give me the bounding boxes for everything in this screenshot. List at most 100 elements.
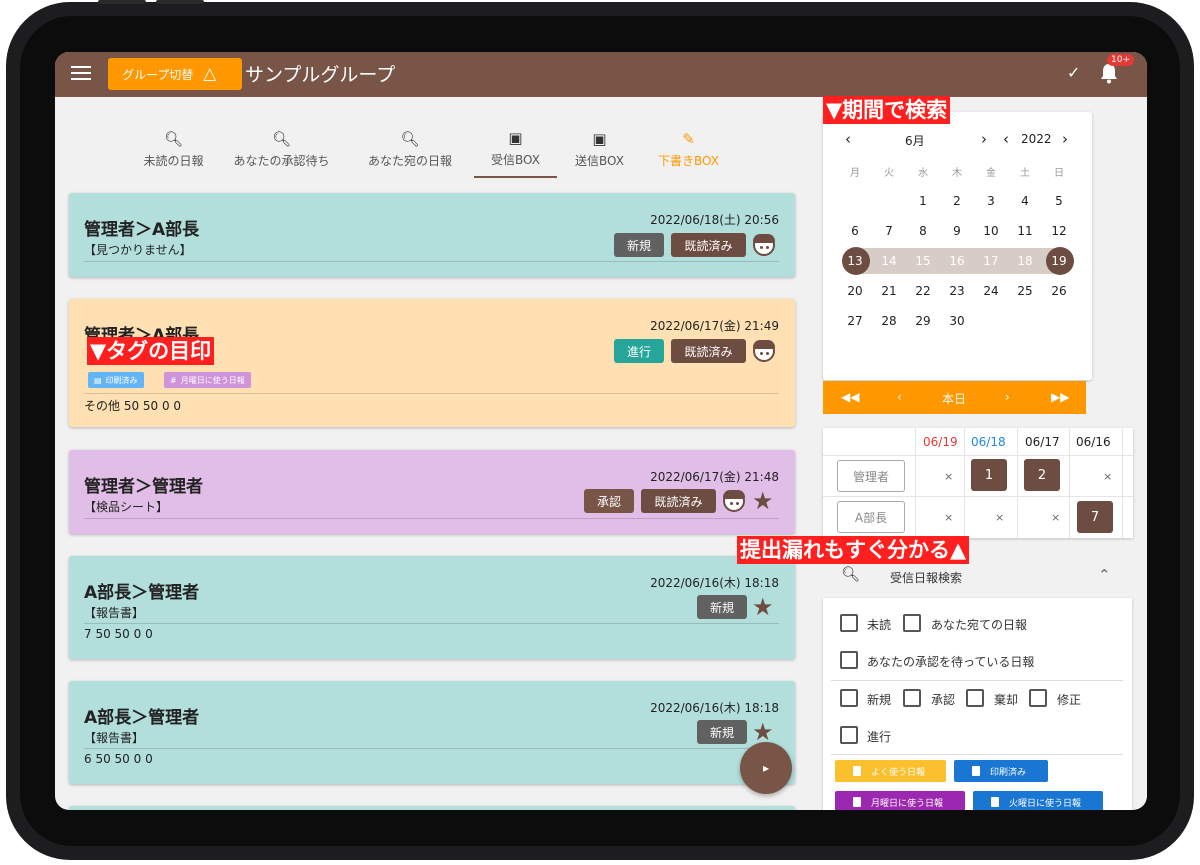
prev-month-chevron-icon[interactable]: ‹ bbox=[845, 130, 851, 148]
calendar-day[interactable]: 2 bbox=[940, 188, 974, 214]
calendar-day[interactable]: 13 bbox=[838, 248, 872, 274]
next-year-chevron-icon[interactable]: › bbox=[1062, 130, 1068, 148]
hamburger-menu-icon[interactable] bbox=[71, 66, 91, 82]
star-icon[interactable]: ★ bbox=[752, 720, 774, 744]
report-card[interactable] bbox=[69, 806, 795, 810]
checkbox-new[interactable] bbox=[840, 689, 858, 707]
chevron-up-icon[interactable]: ⌃ bbox=[1098, 566, 1111, 584]
calendar-day[interactable]: 16 bbox=[940, 248, 974, 274]
calendar-day[interactable]: 21 bbox=[872, 278, 906, 304]
tab-inbox[interactable]: ▣ 受信BOX bbox=[474, 120, 557, 178]
calendar-day[interactable]: 10 bbox=[974, 218, 1008, 244]
calendar-day[interactable]: 8 bbox=[906, 218, 940, 244]
star-icon[interactable]: ★ bbox=[752, 489, 774, 513]
calendar-day[interactable]: 9 bbox=[940, 218, 974, 244]
calendar-day[interactable]: 27 bbox=[838, 308, 872, 334]
checkbox-in-progress[interactable] bbox=[840, 726, 858, 744]
calendar-day[interactable]: 19 bbox=[1042, 248, 1076, 274]
calendar-day[interactable]: 30 bbox=[940, 308, 974, 334]
status-count[interactable]: 1 bbox=[971, 459, 1007, 491]
calendar-day[interactable]: 1 bbox=[906, 188, 940, 214]
calendar-day[interactable]: 4 bbox=[1008, 188, 1042, 214]
report-card[interactable]: 管理者＞管理者 2022/06/17(金) 21:48 【検品シート】 承認 既… bbox=[69, 450, 795, 534]
tag-filter-favorite[interactable]: よく使う日報 bbox=[835, 760, 946, 782]
group-switch-button[interactable]: グループ切替 △ bbox=[108, 58, 242, 90]
calendar-day[interactable]: 3 bbox=[974, 188, 1008, 214]
weekday-label: 月 bbox=[850, 168, 860, 179]
checkbox-approved[interactable] bbox=[903, 689, 921, 707]
tag-filter-monday[interactable]: 月曜日に使う日報 bbox=[835, 791, 965, 810]
calendar-day[interactable]: 5 bbox=[1042, 188, 1076, 214]
next-month-chevron-icon[interactable]: › bbox=[981, 130, 987, 148]
submission-status-table: 06/19 06/18 06/17 06/16 管理者 × 1 2 × A部長 … bbox=[823, 428, 1133, 538]
calendar-day[interactable]: 14 bbox=[872, 248, 906, 274]
status-count[interactable]: 2 bbox=[1024, 459, 1060, 491]
checkbox-revision[interactable] bbox=[1029, 689, 1047, 707]
member-name-button[interactable]: 管理者 bbox=[837, 460, 905, 492]
checkbox-to-you[interactable] bbox=[903, 614, 921, 632]
divider bbox=[84, 748, 779, 749]
next-icon[interactable]: › bbox=[1005, 390, 1010, 404]
fast-rewind-icon[interactable]: ◀◀ bbox=[841, 390, 859, 404]
avatar-icon bbox=[753, 234, 775, 256]
report-subtitle: 【検品シート】 bbox=[84, 500, 169, 514]
calendar-day[interactable]: 7 bbox=[872, 218, 906, 244]
search-icon: 🔍︎ bbox=[271, 129, 292, 148]
status-date: 06/17 bbox=[1025, 435, 1060, 449]
tag-monday[interactable]: # 月曜日に使う日報 bbox=[164, 372, 251, 388]
avatar-icon bbox=[723, 490, 745, 512]
checkbox-awaiting-approval[interactable] bbox=[840, 651, 858, 669]
report-subtitle: 【報告書】 bbox=[84, 731, 145, 745]
tag-filter-tuesday[interactable]: 火曜日に使う日報 bbox=[973, 791, 1103, 810]
status-count[interactable]: 7 bbox=[1077, 501, 1113, 533]
prev-icon[interactable]: ‹ bbox=[897, 390, 902, 404]
tag-printed[interactable]: ▤ 印刷済み bbox=[88, 372, 144, 388]
tag-filter-printed[interactable]: 印刷済み bbox=[954, 760, 1048, 782]
divider bbox=[84, 393, 779, 394]
report-card[interactable]: A部長＞管理者 2022/06/16(木) 18:18 【報告書】 新規 ★ 7… bbox=[69, 556, 795, 659]
report-card[interactable]: A部長＞管理者 2022/06/16(木) 18:18 【報告書】 新規 ★ 6… bbox=[69, 681, 795, 784]
calendar-day[interactable]: 23 bbox=[940, 278, 974, 304]
calendar-day[interactable]: 17 bbox=[974, 248, 1008, 274]
tag-label: よく使う日報 bbox=[871, 767, 926, 778]
trash-icon bbox=[991, 797, 999, 807]
checkbox-rejected[interactable] bbox=[966, 689, 984, 707]
checkbox-unread[interactable] bbox=[840, 614, 858, 632]
calendar-day[interactable]: 11 bbox=[1008, 218, 1042, 244]
calendar-day[interactable]: 20 bbox=[838, 278, 872, 304]
calendar-day[interactable]: 24 bbox=[974, 278, 1008, 304]
member-name-button[interactable]: A部長 bbox=[837, 501, 905, 533]
tab-awaiting-approval[interactable]: 🔍︎ あなたの承認待ち bbox=[217, 120, 346, 178]
tab-label: 受信BOX bbox=[491, 152, 540, 167]
tab-to-you[interactable]: 🔍︎ あなた宛の日報 bbox=[346, 120, 474, 178]
filter-label: 承認 bbox=[931, 693, 956, 707]
status-chip: 新規 bbox=[697, 720, 747, 744]
calendar-day[interactable]: 29 bbox=[906, 308, 940, 334]
prev-year-chevron-icon[interactable]: ‹ bbox=[1003, 130, 1009, 148]
calendar-day[interactable]: 22 bbox=[906, 278, 940, 304]
filter-label: 進行 bbox=[867, 730, 892, 744]
calendar-day[interactable]: 6 bbox=[838, 218, 872, 244]
tab-outbox[interactable]: ▣ 送信BOX bbox=[557, 120, 642, 178]
star-icon[interactable]: ★ bbox=[752, 595, 774, 619]
volume-button bbox=[98, 0, 146, 4]
fast-forward-icon[interactable]: ▶▶ bbox=[1051, 390, 1069, 404]
check-icon[interactable]: ✓ bbox=[1067, 63, 1080, 82]
tab-unread[interactable]: 🔍︎ 未読の日報 bbox=[130, 120, 217, 178]
calendar-day[interactable]: 25 bbox=[1008, 278, 1042, 304]
column-divider bbox=[915, 428, 916, 538]
calendar-day[interactable]: 15 bbox=[906, 248, 940, 274]
calendar-day[interactable]: 26 bbox=[1042, 278, 1076, 304]
tab-drafts[interactable]: ✎ 下書きBOX bbox=[642, 120, 735, 178]
search-panel-header[interactable]: 🔍︎ 受信日報検索 ⌃ bbox=[823, 557, 1132, 597]
calendar-day[interactable]: 18 bbox=[1008, 248, 1042, 274]
calendar-day[interactable]: 28 bbox=[872, 308, 906, 334]
status-cell: × bbox=[944, 511, 954, 524]
next-page-fab[interactable]: ▸ bbox=[740, 742, 792, 794]
today-button[interactable]: 本日 bbox=[942, 390, 966, 407]
filter-label: あなた宛ての日報 bbox=[931, 618, 1028, 632]
report-card[interactable]: 管理者＞A部長 2022/06/18(土) 20:56 【見つかりません】 新規… bbox=[69, 193, 795, 277]
report-body: 6 50 50 0 0 bbox=[84, 752, 153, 766]
calendar-day[interactable]: 12 bbox=[1042, 218, 1076, 244]
filter-label: 未読 bbox=[867, 618, 892, 632]
